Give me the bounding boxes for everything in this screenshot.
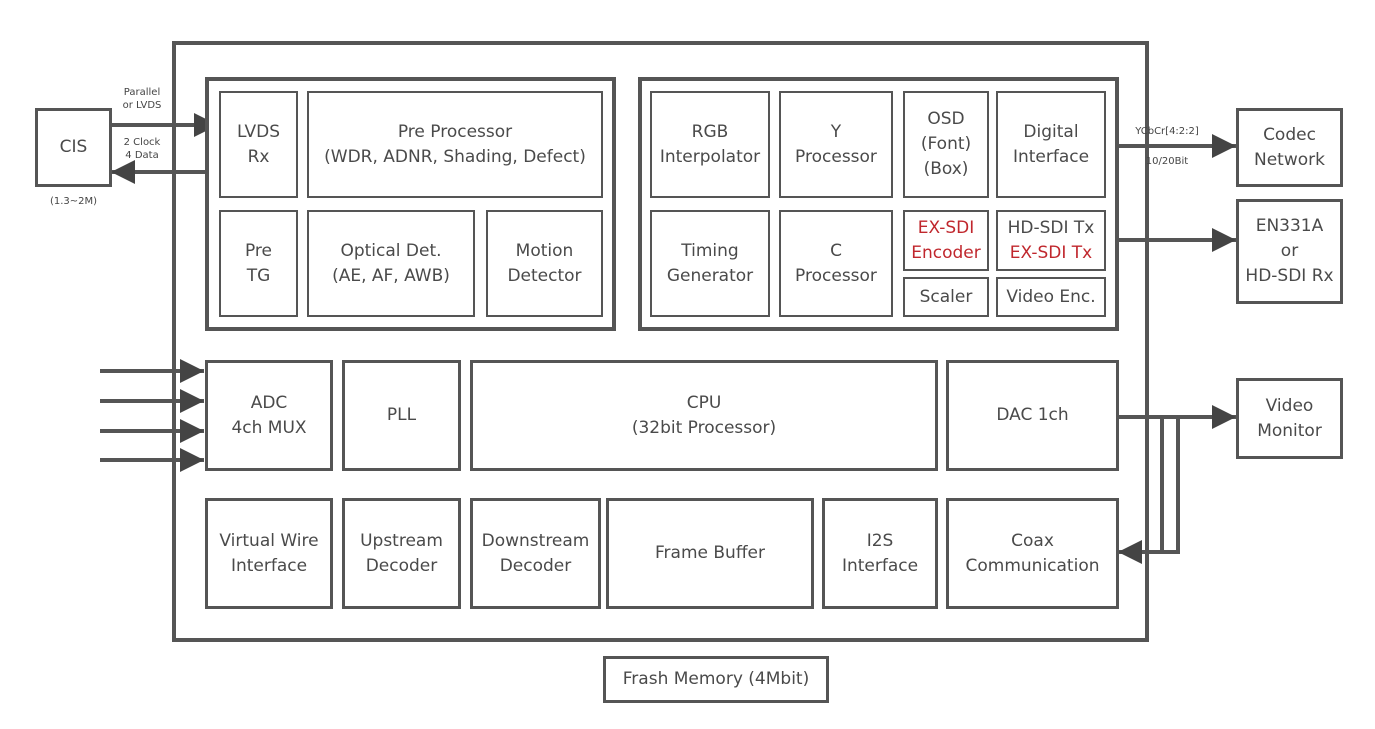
hdsdi-tx: HD-SDI Tx EX-SDI Tx xyxy=(996,210,1106,271)
digital-interface: Digital Interface xyxy=(996,91,1106,198)
label-line: Frash Memory (4Mbit) xyxy=(622,669,810,689)
label-line: Generator xyxy=(666,265,754,286)
label-line: (32bit Processor) xyxy=(631,417,777,438)
i2s-interface: I2S Interface xyxy=(822,498,938,609)
cis-in-label: 2 Clock 4 Data xyxy=(112,136,172,162)
osd: OSD (Font) (Box) xyxy=(903,91,989,198)
flash-memory: Frash Memory (4Mbit) xyxy=(603,656,829,703)
motion-detector: Motion Detector xyxy=(486,210,603,317)
rgb-interpolator: RGB Interpolator xyxy=(650,91,770,198)
label-line: C xyxy=(830,240,842,261)
codec-network: Codec Network xyxy=(1236,108,1343,187)
label-line: EX-SDI Tx xyxy=(1009,242,1093,263)
label-line: Parallel xyxy=(123,87,161,98)
label-line: HD-SDI Tx xyxy=(1007,217,1095,238)
label-line: Frame Buffer xyxy=(655,543,765,563)
label-line: Optical Det. xyxy=(340,240,442,261)
label-line: Processor xyxy=(795,265,877,286)
label-line: 2 Clock xyxy=(123,137,161,148)
label-line: Processor xyxy=(795,146,877,167)
label-line: HD-SDI Rx xyxy=(1245,266,1334,286)
label-line: Pre xyxy=(244,240,273,261)
label-line: 4 Data xyxy=(125,150,159,161)
pre-tg: Pre TG xyxy=(219,210,298,317)
label-line: Motion xyxy=(515,240,574,261)
label-line: or LVDS xyxy=(122,100,162,111)
label-line: Rx xyxy=(247,146,270,167)
label-line: Network xyxy=(1254,149,1325,170)
pre-processor: Pre Processor (WDR, ADNR, Shading, Defect… xyxy=(307,91,603,198)
optical-detector: Optical Det. (AE, AF, AWB) xyxy=(307,210,475,317)
label-line: (Box) xyxy=(923,159,969,179)
label-line: Y xyxy=(830,121,842,142)
cis-sensor: CIS xyxy=(35,108,112,187)
label-line: Downstream xyxy=(481,530,590,551)
lvds-rx: LVDS Rx xyxy=(219,91,298,198)
label-line: (WDR, ADNR, Shading, Defect) xyxy=(324,146,586,167)
coax-communication: Coax Communication xyxy=(946,498,1119,609)
label-line: Video Enc. xyxy=(1006,286,1096,307)
video-encoder: Video Enc. xyxy=(996,277,1106,317)
label-line: Timing xyxy=(681,240,739,261)
label-line: OSD xyxy=(927,109,965,129)
upstream-decoder: Upstream Decoder xyxy=(342,498,461,609)
cis-label: CIS xyxy=(59,137,88,157)
label-line: Monitor xyxy=(1257,420,1322,441)
virtual-wire-interface: Virtual Wire Interface xyxy=(205,498,333,609)
label-line: (Font) xyxy=(920,134,972,154)
video-monitor: Video Monitor xyxy=(1236,378,1343,459)
cpu: CPU (32bit Processor) xyxy=(470,360,938,471)
coax-return-line xyxy=(1160,417,1180,554)
downstream-decoder: Downstream Decoder xyxy=(470,498,601,609)
scaler: Scaler xyxy=(903,277,989,317)
c-processor: C Processor xyxy=(779,210,893,317)
dac: DAC 1ch xyxy=(946,360,1119,471)
frame-buffer: Frame Buffer xyxy=(606,498,814,609)
label-line: Detector xyxy=(507,265,582,286)
label-line: Decoder xyxy=(365,555,438,576)
label-line: Coax xyxy=(1011,530,1054,551)
label-line: Pre Processor xyxy=(397,121,513,142)
label-line: 4ch MUX xyxy=(231,417,307,438)
label-line: TG xyxy=(246,265,271,286)
label-line: Decoder xyxy=(499,555,572,576)
codec-link-label-bottom: 10/20Bit xyxy=(1145,156,1189,167)
adc-mux: ADC 4ch MUX xyxy=(205,360,333,471)
label-line: Interface xyxy=(841,555,919,576)
label-line: Digital xyxy=(1023,121,1079,142)
label-line: Video xyxy=(1265,395,1314,416)
label-line: Virtual Wire xyxy=(219,530,319,551)
label-line: PLL xyxy=(386,405,417,425)
label-line: or xyxy=(1280,241,1299,261)
label-line: Codec xyxy=(1263,124,1316,145)
cis-note: (1.3~2M) xyxy=(49,196,98,207)
label-line: Interface xyxy=(1012,146,1090,167)
codec-link-label-top: YCbCr[4:2:2] xyxy=(1135,126,1199,137)
label-line: (AE, AF, AWB) xyxy=(332,265,450,286)
label-line: LVDS xyxy=(236,121,281,142)
exsdi-encoder: EX-SDI Encoder xyxy=(903,210,989,271)
label-line: EX-SDI xyxy=(917,217,975,238)
label-line: EN331A xyxy=(1255,216,1324,236)
pll: PLL xyxy=(342,360,461,471)
label-line: DAC 1ch xyxy=(996,405,1069,425)
y-processor: Y Processor xyxy=(779,91,893,198)
timing-generator: Timing Generator xyxy=(650,210,770,317)
label-line: Encoder xyxy=(911,242,981,263)
label-line: Communication xyxy=(965,555,1100,576)
block-diagram: CIS (1.3~2M) Parallel or LVDS 2 Clock 4 Da… xyxy=(0,0,1375,729)
label-line: Interface xyxy=(230,555,308,576)
label-line: ADC xyxy=(250,392,288,413)
en331a-receiver: EN331A or HD-SDI Rx xyxy=(1236,199,1343,304)
label-line: CPU xyxy=(686,392,722,413)
label-line: RGB xyxy=(691,121,729,142)
label-line: Scaler xyxy=(919,286,973,307)
label-line: Interpolator xyxy=(659,146,761,167)
cis-out-label: Parallel or LVDS xyxy=(112,86,172,112)
label-line: Upstream xyxy=(360,530,443,551)
label-line: I2S xyxy=(866,530,894,551)
